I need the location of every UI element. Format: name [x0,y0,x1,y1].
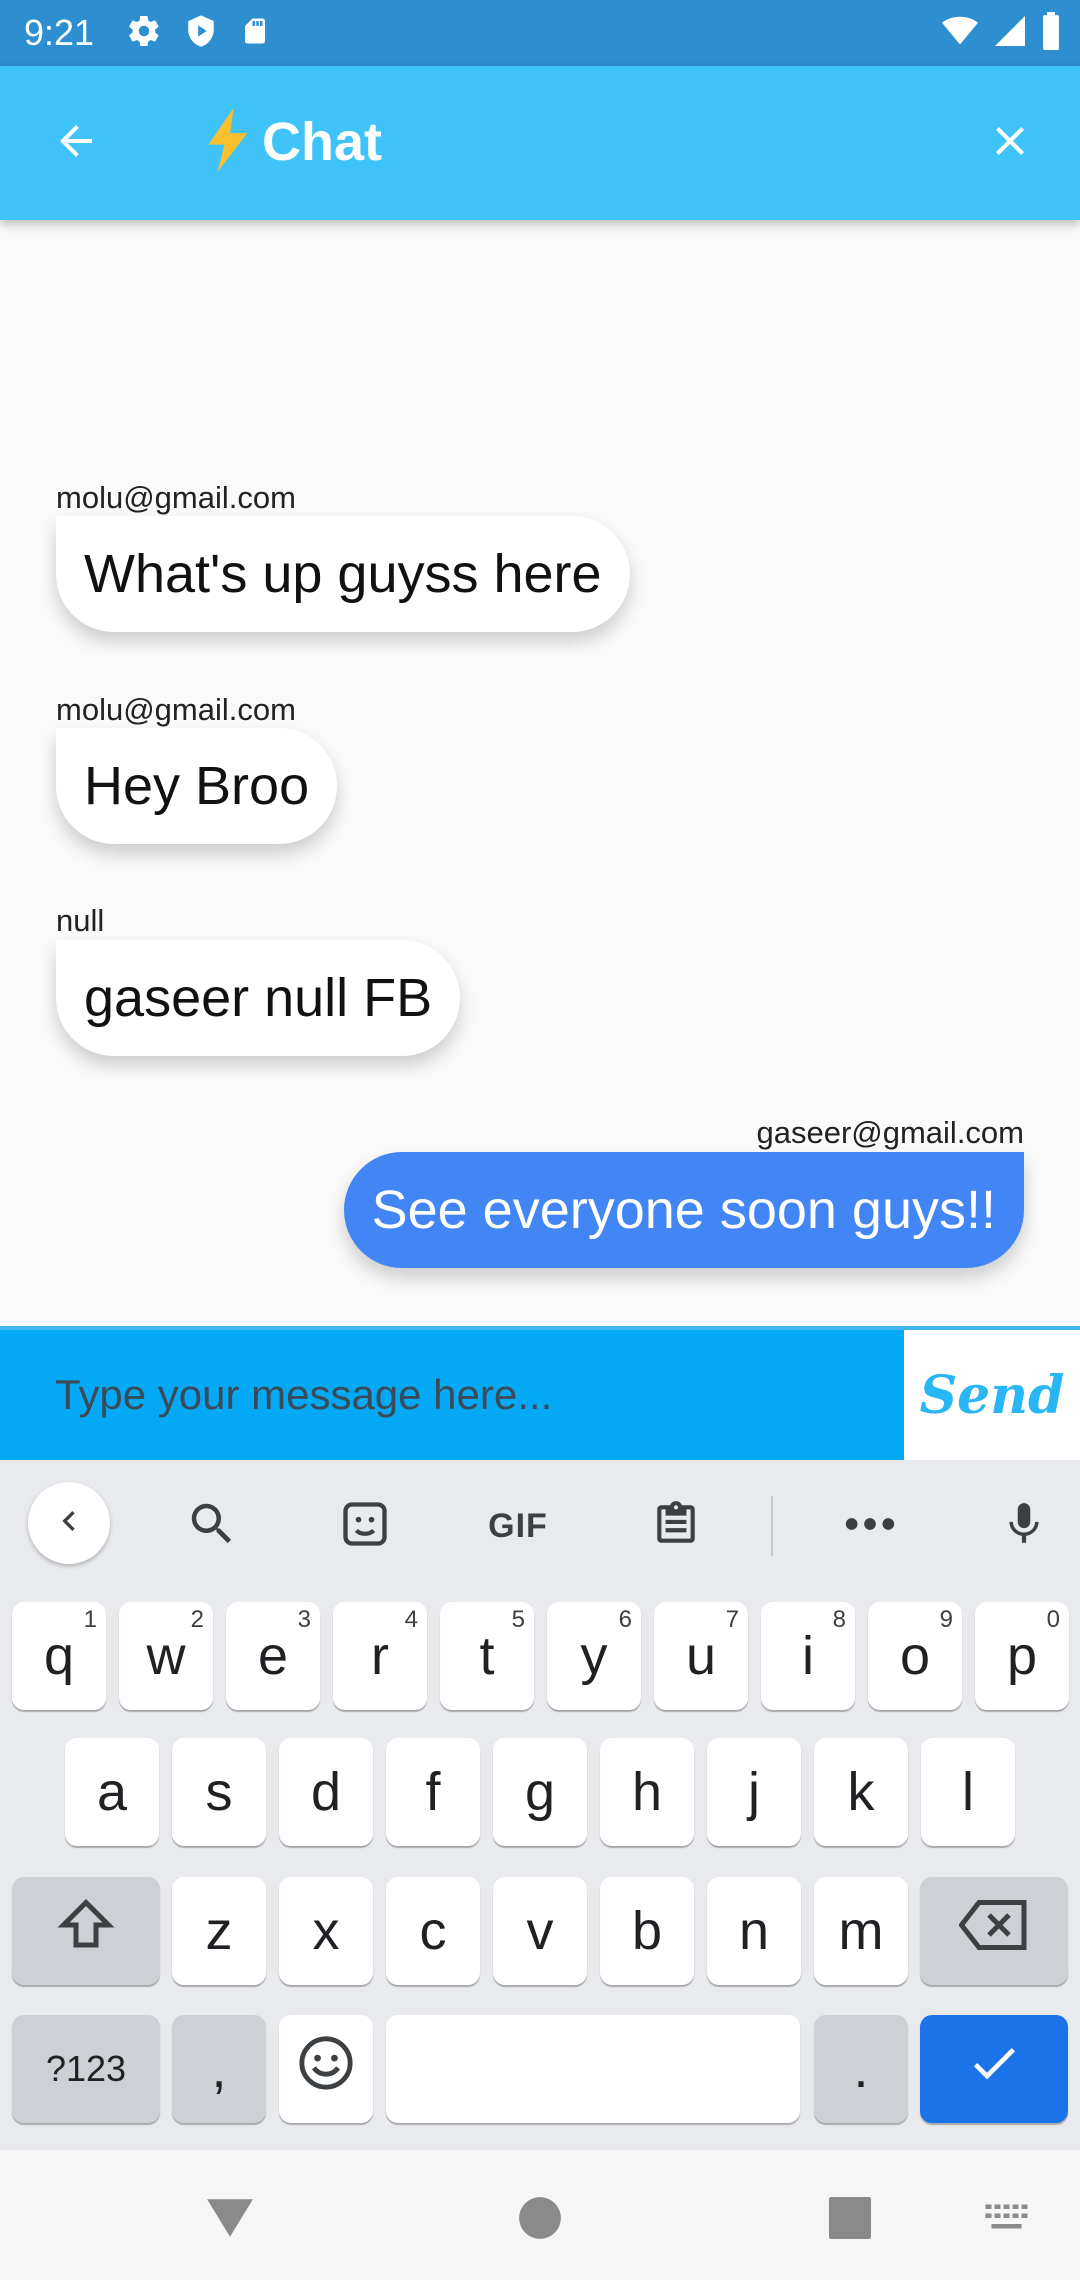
recents-square-icon [829,2196,871,2244]
clipboard-icon [651,1497,701,1556]
key-d[interactable]: d [279,1738,373,1846]
app-title: Chat [200,107,382,177]
lightning-icon [200,107,258,177]
keyboard-toolbar: GIF [0,1460,1080,1584]
key-s[interactable]: s [172,1738,266,1846]
enter-key[interactable] [920,2015,1068,2123]
message-text: What's up guyss here [84,544,602,604]
key-b[interactable]: b [600,1877,694,1985]
key-w[interactable]: w2 [119,1602,213,1710]
message-list[interactable]: molu@gmail.com What's up guyss here molu… [0,220,1080,1326]
message-text: See everyone soon guys!! [371,1180,996,1240]
nav-recents-button[interactable] [820,2190,880,2250]
sd-card-icon [240,13,270,54]
key-h[interactable]: h [600,1738,694,1846]
back-triangle-icon [205,2196,255,2245]
signal-icon [992,13,1028,54]
key-n[interactable]: n [707,1877,801,1985]
sticker-icon [339,1498,391,1555]
keyboard-mic-button[interactable] [984,1486,1064,1566]
keyboard: GIF q1 w2 e3 r4 t5 y6 u7 i8 o9 p0 a s d … [0,1460,1080,2150]
close-button[interactable] [978,111,1042,175]
mic-icon [999,1494,1049,1559]
chevron-left-icon [49,1501,89,1546]
key-u[interactable]: u7 [654,1602,748,1710]
key-a[interactable]: a [65,1738,159,1846]
app-bar: Chat [0,66,1080,220]
back-button[interactable] [44,111,108,175]
battery-icon [1040,11,1062,55]
key-i[interactable]: i8 [761,1602,855,1710]
symbols-key[interactable]: ?123 [12,2015,160,2123]
status-bar: 9:21 [0,0,1080,66]
emoji-icon [297,2034,355,2105]
keyboard-gif-button[interactable]: GIF [478,1486,558,1566]
key-o[interactable]: o9 [868,1602,962,1710]
key-c[interactable]: c [386,1877,480,1985]
period-key[interactable]: . [814,2015,908,2123]
keyboard-sticker-button[interactable] [325,1486,405,1566]
status-icons-left [126,12,270,54]
message-sender: null [56,903,105,938]
nav-home-button[interactable] [510,2190,570,2250]
key-q[interactable]: q1 [12,1602,106,1710]
key-g[interactable]: g [493,1738,587,1846]
app-title-text: Chat [262,112,382,172]
gear-icon [126,13,162,54]
keyboard-more-button[interactable] [830,1486,910,1566]
backspace-icon [958,1899,1029,1964]
message-bubble-own[interactable]: See everyone soon guys!! [343,1152,1024,1268]
backspace-key[interactable] [920,1877,1068,1985]
message-bubble[interactable]: Hey Broo [56,728,338,844]
home-circle-icon [518,2196,562,2245]
message-input[interactable] [0,1330,904,1460]
message-sender: molu@gmail.com [56,480,296,515]
shift-icon [55,1895,117,1968]
key-l[interactable]: l [921,1738,1015,1846]
status-time: 9:21 [24,12,95,53]
key-v[interactable]: v [493,1877,587,1985]
key-t[interactable]: t5 [440,1602,534,1710]
message-bubble[interactable]: What's up guyss here [56,516,630,632]
more-icon [845,1516,895,1537]
key-m[interactable]: m [814,1877,908,1985]
system-nav-bar [0,2150,1080,2280]
shift-key[interactable] [12,1877,160,1985]
arrow-left-icon [52,117,100,170]
key-z[interactable]: z [172,1877,266,1985]
key-j[interactable]: j [707,1738,801,1846]
wifi-icon [940,13,980,54]
message-composer: Send [0,1326,1080,1460]
space-key[interactable] [386,2015,800,2123]
shield-icon [184,13,218,54]
keyboard-switch-icon [984,2203,1032,2238]
key-x[interactable]: x [279,1877,373,1985]
message-bubble[interactable]: gaseer null FB [56,940,461,1056]
key-e[interactable]: e3 [226,1602,320,1710]
keyboard-collapse-button[interactable] [28,1482,110,1564]
keyboard-search-button[interactable] [172,1486,252,1566]
message-sender: gaseer@gmail.com [756,1115,1024,1150]
comma-key[interactable]: , [172,2015,266,2123]
message-sender: molu@gmail.com [56,692,296,727]
message-text: Hey Broo [84,756,310,816]
keyboard-switch-button[interactable] [978,2190,1038,2250]
nav-back-button[interactable] [200,2190,260,2250]
key-y[interactable]: y6 [547,1602,641,1710]
key-k[interactable]: k [814,1738,908,1846]
keyboard-clipboard-button[interactable] [636,1486,716,1566]
send-button[interactable]: Send [904,1330,1080,1460]
toolbar-divider [771,1496,773,1556]
emoji-key[interactable] [279,2015,373,2123]
status-icons-right [940,11,1062,55]
key-f[interactable]: f [386,1738,480,1846]
key-p[interactable]: p0 [975,1602,1069,1710]
message-text: gaseer null FB [84,968,433,1028]
close-icon [986,117,1034,170]
search-icon [185,1497,239,1556]
key-r[interactable]: r4 [333,1602,427,1710]
checkmark-icon [966,2035,1022,2104]
